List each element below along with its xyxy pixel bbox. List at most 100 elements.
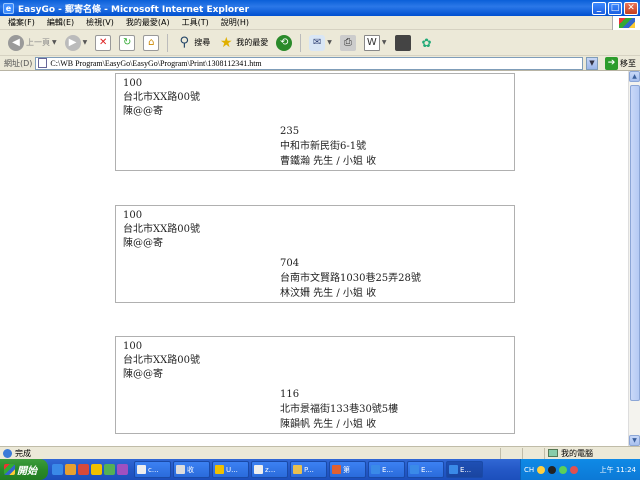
discuss-button[interactable] <box>393 33 413 53</box>
search-icon: ⚲ <box>179 34 190 50</box>
back-button[interactable]: ◀ 上一頁 ▼ <box>6 33 59 53</box>
menu-view[interactable]: 檢視(V) <box>86 17 114 28</box>
help-icon[interactable] <box>537 465 546 474</box>
go-arrow-icon: ➔ <box>605 56 618 70</box>
menu-help[interactable]: 說明(H) <box>221 17 249 28</box>
print-button[interactable]: ⎙ <box>338 33 358 53</box>
page-icon <box>38 58 48 68</box>
task-button[interactable]: E... <box>368 461 405 478</box>
task-label: P... <box>304 465 314 474</box>
menu-favorites[interactable]: 我的最愛(A) <box>126 17 170 28</box>
toolbar-separator <box>167 33 169 52</box>
start-button[interactable]: 開始 <box>0 459 48 480</box>
windows-flag-icon <box>618 18 635 28</box>
refresh-button[interactable]: ↻ <box>117 33 137 53</box>
quick-launch <box>48 464 132 475</box>
task-button[interactable]: E... <box>407 461 444 478</box>
task-button[interactable]: E... <box>446 461 483 478</box>
app-icon[interactable] <box>78 464 89 475</box>
menu-tools[interactable]: 工具(T) <box>182 17 209 28</box>
folder-icon[interactable] <box>65 464 76 475</box>
start-label: 開始 <box>17 466 37 477</box>
antivirus-icon[interactable] <box>570 465 579 474</box>
mail-icon: ✉ <box>309 34 326 51</box>
app-icon[interactable] <box>117 464 128 475</box>
recipient-zip: 235 <box>280 126 300 137</box>
task-button[interactable]: U... <box>212 461 249 478</box>
ie-icon[interactable] <box>52 464 63 475</box>
home-icon: ⌂ <box>143 34 160 51</box>
sender-block: 100 台北市XX路00號 陳@@寄 <box>123 77 200 119</box>
status-left: 完成 <box>0 448 500 459</box>
ie-icon: e <box>3 2 14 14</box>
task-button[interactable]: z... <box>251 461 288 478</box>
task-label: E... <box>421 465 433 474</box>
messenger-icon: ✿ <box>421 35 432 50</box>
ie-icon <box>410 465 419 474</box>
printer-icon: ⎙ <box>339 34 356 51</box>
recipient-zip: 704 <box>280 258 300 269</box>
sender-block: 100 台北市XX路00號 陳@@寄 <box>123 340 200 382</box>
recipient-address: 北市景福街133巷30號5樓 <box>280 404 399 415</box>
task-button[interactable]: P... <box>290 461 327 478</box>
back-label: 上一頁 <box>26 38 50 47</box>
favorites-button[interactable]: ★ 我的最愛 <box>216 33 270 53</box>
recipient-name: 曹鐵瀚 先生 / 小姐 收 <box>280 156 377 167</box>
recipient-address: 台南市文賢路1030巷25弄28號 <box>280 273 421 284</box>
sender-zip: 100 <box>123 210 143 221</box>
forward-button[interactable]: ▶ ▼ <box>63 33 90 53</box>
edit-button[interactable]: W ▼ <box>362 33 389 53</box>
menu-edit[interactable]: 編輯(E) <box>47 17 74 28</box>
maximize-button[interactable]: □ <box>608 1 622 15</box>
window-icon <box>137 465 146 474</box>
windows-flag-icon <box>4 464 15 475</box>
sender-zip: 100 <box>123 78 143 89</box>
clock: 上午 11:24 <box>599 465 636 474</box>
sender-block: 100 台北市XX路00號 陳@@寄 <box>123 209 200 251</box>
envelope-label: 100 台北市XX路00號 陳@@寄 704 台南市文賢路1030巷25弄28號… <box>115 205 515 303</box>
address-dropdown[interactable]: ▼ <box>586 56 598 70</box>
menu-file[interactable]: 檔案(F) <box>8 17 35 28</box>
task-label: c... <box>148 465 159 474</box>
network-icon[interactable] <box>548 465 557 474</box>
go-button[interactable]: ➔ 移至 <box>605 56 636 70</box>
star-icon: ★ <box>219 34 233 51</box>
sender-name: 陳@@寄 <box>123 106 163 117</box>
chevron-down-icon[interactable]: ▼ <box>327 39 332 46</box>
volume-icon[interactable] <box>559 465 568 474</box>
history-button[interactable]: ⟲ <box>274 33 294 53</box>
window-icon <box>254 465 263 474</box>
page-done-icon <box>3 448 12 458</box>
sender-zip: 100 <box>123 341 143 352</box>
scroll-up-icon[interactable]: ▲ <box>629 71 640 82</box>
status-text: 完成 <box>15 448 31 458</box>
chevron-down-icon[interactable]: ▼ <box>382 39 387 46</box>
task-button[interactable]: 第 <box>329 461 366 478</box>
toolbar-separator <box>300 33 302 52</box>
status-pane <box>500 447 522 459</box>
search-button[interactable]: ⚲ 搜尋 <box>174 33 212 53</box>
minimize-button[interactable]: _ <box>592 1 606 15</box>
task-button[interactable]: 收 <box>173 461 210 478</box>
chevron-down-icon[interactable]: ▼ <box>52 39 57 46</box>
messenger-icon[interactable] <box>91 464 102 475</box>
sender-name: 陳@@寄 <box>123 238 163 249</box>
home-button[interactable]: ⌂ <box>141 33 161 53</box>
chevron-down-icon[interactable]: ▼ <box>83 39 88 46</box>
window-icon <box>332 465 341 474</box>
window-icon <box>215 465 224 474</box>
task-button[interactable]: c... <box>134 461 171 478</box>
vertical-scrollbar[interactable]: ▲ ▼ <box>628 71 640 446</box>
stop-icon: ✕ <box>95 34 112 51</box>
sender-address: 台北市XX路00號 <box>123 355 200 366</box>
address-input[interactable]: C:\WB Program\EasyGo\EasyGo\Program\Prin… <box>35 56 583 70</box>
scroll-thumb[interactable] <box>630 85 640 401</box>
messenger-button[interactable]: ✿ <box>417 33 437 53</box>
mail-button[interactable]: ✉ ▼ <box>307 33 334 53</box>
address-label: 網址(D) <box>4 58 33 68</box>
close-button[interactable]: ✕ <box>624 1 638 15</box>
scroll-down-icon[interactable]: ▼ <box>629 435 640 446</box>
language-indicator[interactable]: CH <box>524 466 534 474</box>
stop-button[interactable]: ✕ <box>93 33 113 53</box>
app-icon[interactable] <box>104 464 115 475</box>
